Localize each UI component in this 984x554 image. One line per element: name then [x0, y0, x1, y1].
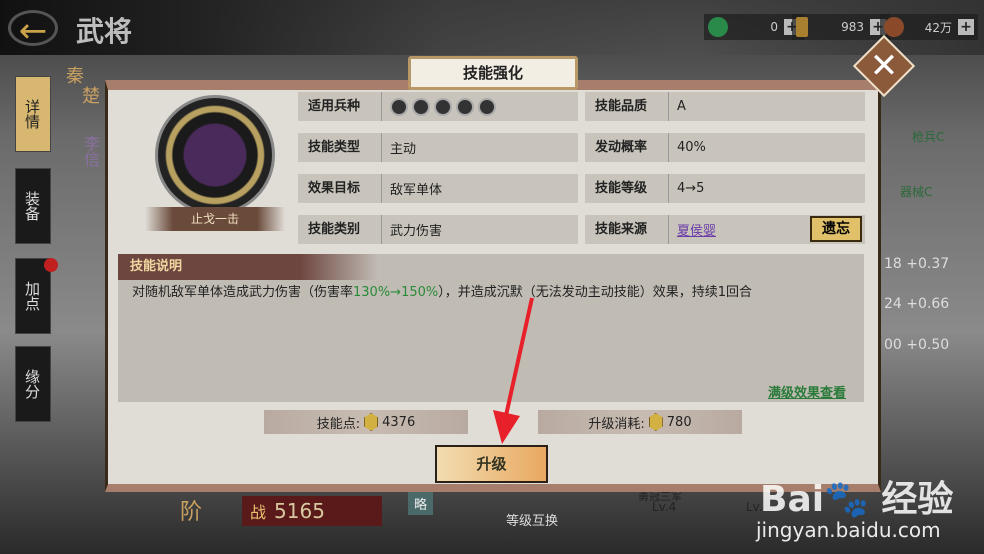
watermark-url: jingyan.baidu.com — [756, 518, 941, 542]
watermark-logo: Bai🐾 经验 — [760, 479, 954, 520]
